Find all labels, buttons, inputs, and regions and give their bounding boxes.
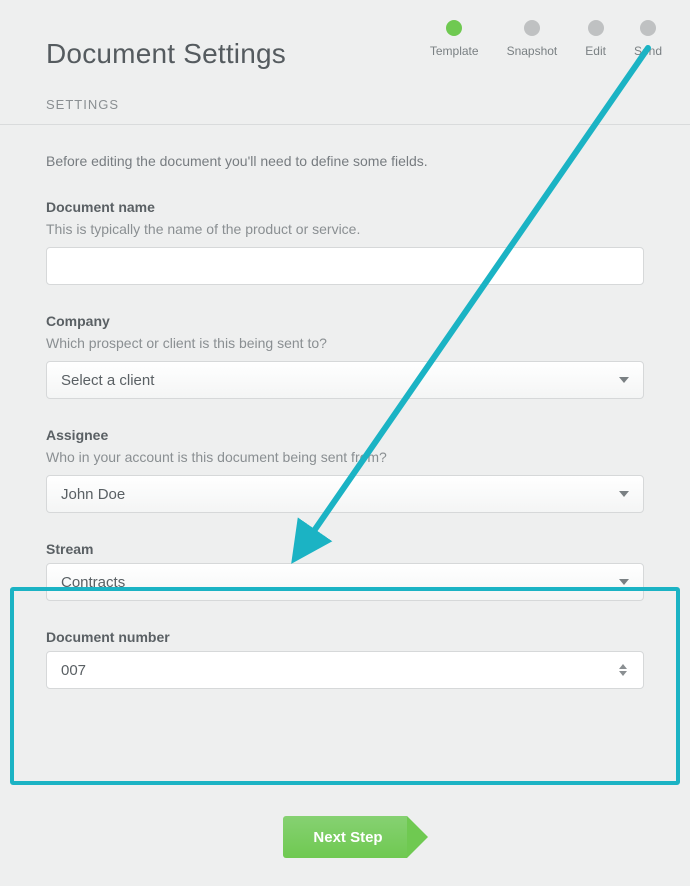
intro-text: Before editing the document you'll need … bbox=[46, 153, 644, 169]
assignee-select[interactable]: John Doe bbox=[46, 475, 644, 513]
step-label: Snapshot bbox=[507, 44, 558, 58]
document-number-label: Document number bbox=[46, 629, 644, 645]
company-select[interactable]: Select a client bbox=[46, 361, 644, 399]
field-company: Company Which prospect or client is this… bbox=[46, 313, 644, 399]
step-snapshot[interactable]: Snapshot bbox=[507, 20, 558, 58]
assignee-selected: John Doe bbox=[61, 486, 125, 503]
tabs: SETTINGS bbox=[0, 96, 690, 125]
document-name-input[interactable] bbox=[46, 247, 644, 285]
next-step-button[interactable]: Next Step bbox=[283, 816, 406, 858]
form-content: Before editing the document you'll need … bbox=[0, 125, 690, 689]
step-dot-icon bbox=[640, 20, 656, 36]
stream-selected: Contracts bbox=[61, 574, 125, 591]
field-stream: Stream Contracts bbox=[46, 541, 644, 601]
step-dot-icon bbox=[446, 20, 462, 36]
step-dot-icon bbox=[524, 20, 540, 36]
document-name-help: This is typically the name of the produc… bbox=[46, 221, 644, 237]
document-number-value: 007 bbox=[61, 662, 86, 679]
chevron-down-icon bbox=[619, 491, 629, 497]
page-root: Document Settings Template Snapshot Edit… bbox=[0, 0, 690, 886]
step-dot-icon bbox=[588, 20, 604, 36]
field-document-number: Document number 007 bbox=[46, 629, 644, 689]
step-edit[interactable]: Edit bbox=[585, 20, 606, 58]
tab-settings[interactable]: SETTINGS bbox=[46, 97, 119, 124]
chevron-down-icon bbox=[619, 377, 629, 383]
assignee-help: Who in your account is this document bei… bbox=[46, 449, 644, 465]
chevron-down-icon bbox=[619, 579, 629, 585]
field-assignee: Assignee Who in your account is this doc… bbox=[46, 427, 644, 513]
footer-actions: Next Step bbox=[0, 816, 690, 858]
number-stepper-icon[interactable] bbox=[619, 661, 633, 679]
field-document-name: Document name This is typically the name… bbox=[46, 199, 644, 285]
stream-label: Stream bbox=[46, 541, 644, 557]
step-send[interactable]: Send bbox=[634, 20, 662, 58]
step-template[interactable]: Template bbox=[430, 20, 479, 58]
wizard-steps: Template Snapshot Edit Send bbox=[430, 20, 662, 58]
step-label: Template bbox=[430, 44, 479, 58]
company-label: Company bbox=[46, 313, 644, 329]
assignee-label: Assignee bbox=[46, 427, 644, 443]
document-name-label: Document name bbox=[46, 199, 644, 215]
next-step-label: Next Step bbox=[313, 829, 382, 846]
company-selected: Select a client bbox=[61, 372, 154, 389]
document-number-input[interactable]: 007 bbox=[46, 651, 644, 689]
step-label: Send bbox=[634, 44, 662, 58]
company-help: Which prospect or client is this being s… bbox=[46, 335, 644, 351]
step-label: Edit bbox=[585, 44, 606, 58]
stream-select[interactable]: Contracts bbox=[46, 563, 644, 601]
